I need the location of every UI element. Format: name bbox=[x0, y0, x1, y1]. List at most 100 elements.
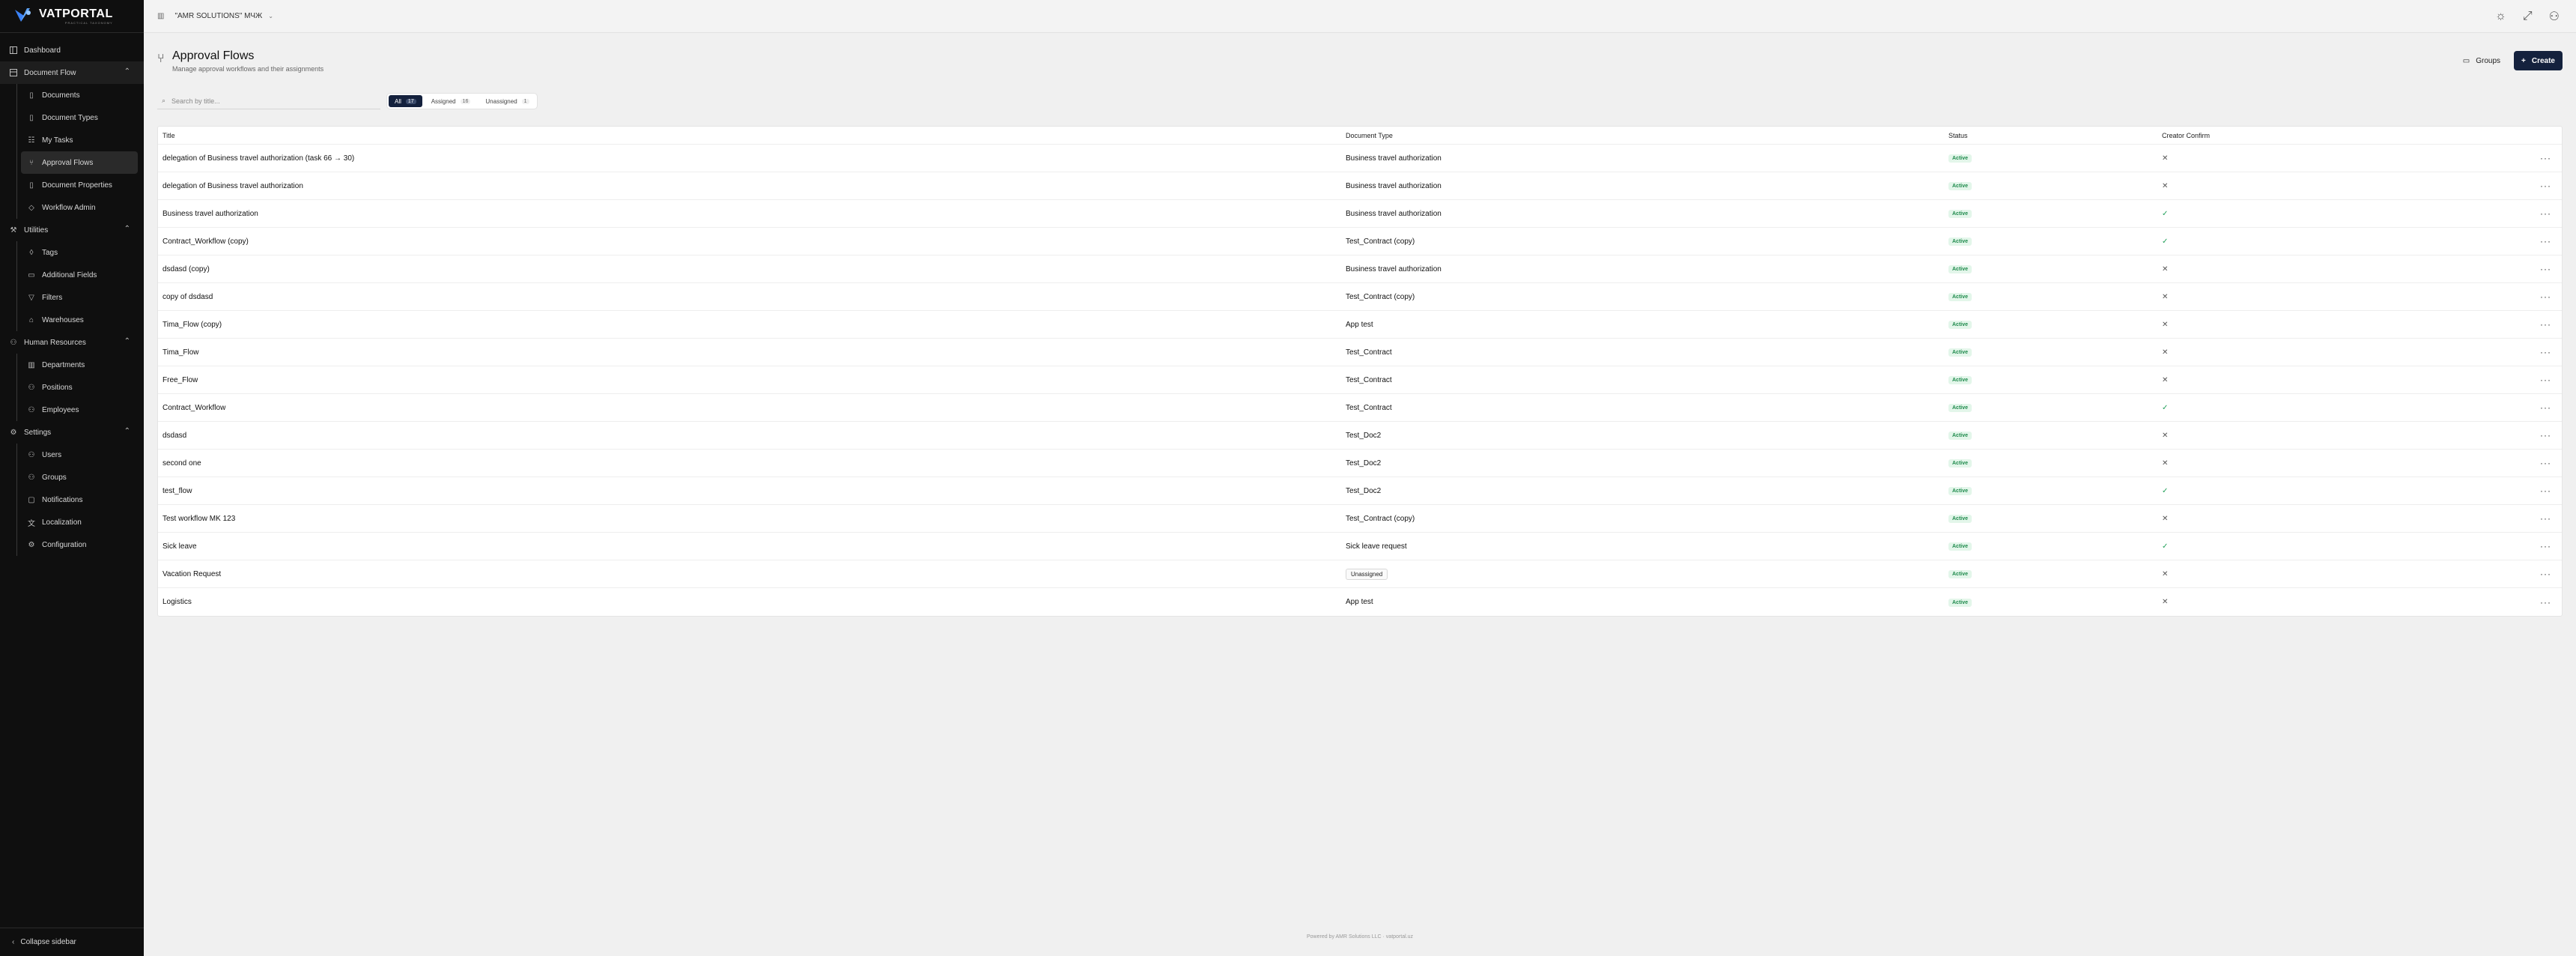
user-profile-icon[interactable]: ⚇ bbox=[2549, 9, 2560, 24]
table-row[interactable]: Test workflow MK 123 Test_Contract (copy)… bbox=[158, 505, 2562, 533]
theme-toggle-icon[interactable]: ☼ bbox=[2495, 10, 2506, 23]
document-type: Test_Contract bbox=[1346, 375, 1392, 384]
sidebar-item-users[interactable]: ⚇ Users bbox=[0, 444, 144, 466]
column-header-creator-confirm[interactable]: Creator Confirm bbox=[2162, 132, 2529, 139]
x-icon: ✕ bbox=[2162, 348, 2169, 357]
sidebar-item-label: Notifications bbox=[42, 495, 83, 504]
status-badge: Active bbox=[1948, 404, 1972, 412]
sidebar-group-document-flow[interactable]: Document Flow ⌃ bbox=[0, 61, 144, 84]
more-options-icon[interactable]: ··· bbox=[2540, 375, 2551, 385]
sidebar-item-additional-fields[interactable]: ▭ Additional Fields bbox=[0, 264, 144, 286]
column-header-title[interactable]: Title bbox=[158, 132, 1346, 139]
page-title: Approval Flows bbox=[172, 49, 255, 62]
sidebar-item-dashboard[interactable]: Dashboard bbox=[0, 39, 144, 61]
groups-button-label: Groups bbox=[2476, 56, 2501, 65]
table-row[interactable]: dsdasd Test_Doc2 Active ✕ ··· bbox=[158, 422, 2562, 450]
sidebar-item-filters[interactable]: ▽ Filters bbox=[0, 286, 144, 309]
document-type-cell: App test bbox=[1346, 598, 1948, 606]
groups-button[interactable]: ▭ Groups bbox=[2458, 52, 2505, 70]
create-button[interactable]: + Create bbox=[2514, 51, 2563, 70]
x-icon: ✕ bbox=[2162, 569, 2169, 578]
table-row[interactable]: Business travel authorization Business tr… bbox=[158, 200, 2562, 228]
cog-icon: ⚙ bbox=[28, 540, 35, 549]
table-row[interactable]: Logistics App test Active ✕ ··· bbox=[158, 588, 2562, 616]
filter-tab-unassigned[interactable]: Unassigned 1 bbox=[479, 95, 535, 107]
table-row[interactable]: Contract_Workflow (copy) Test_Contract (c… bbox=[158, 228, 2562, 255]
table-row[interactable]: Tima_Flow (copy) App test Active ✕ ··· bbox=[158, 311, 2562, 339]
sidebar-group-utilities[interactable]: ⚒ Utilities ⌃ bbox=[0, 219, 144, 241]
more-options-icon[interactable]: ··· bbox=[2540, 430, 2551, 441]
table-row[interactable]: Tima_Flow Test_Contract Active ✕ ··· bbox=[158, 339, 2562, 366]
document-type-cell: Test_Contract (copy) bbox=[1346, 293, 1948, 301]
more-options-icon[interactable]: ··· bbox=[2540, 597, 2551, 608]
sidebar-item-label: Warehouses bbox=[42, 315, 84, 324]
status-cell: Active bbox=[1948, 264, 2162, 273]
sidebar-item-employees[interactable]: ⚇ Employees bbox=[0, 399, 144, 421]
search-input[interactable]: ⌕ Search by title... bbox=[157, 93, 380, 109]
table-row[interactable]: Contract_Workflow Test_Contract Active ✓ ··· bbox=[158, 394, 2562, 422]
sidebar-group-settings[interactable]: ⚙ Settings ⌃ bbox=[0, 421, 144, 444]
sidebar-item-configuration[interactable]: ⚙ Configuration bbox=[0, 533, 144, 556]
status-badge: Active bbox=[1948, 459, 1972, 468]
sidebar-item-workflow-admin[interactable]: ◇ Workflow Admin bbox=[0, 196, 144, 219]
sidebar-item-notifications[interactable]: ▢ Notifications bbox=[0, 488, 144, 511]
flow-title: delegation of Business travel authorizat… bbox=[162, 154, 355, 163]
sidebar-item-localization[interactable]: 文 Localization bbox=[0, 511, 144, 533]
table-row[interactable]: dsdasd (copy) Business travel authorizati… bbox=[158, 255, 2562, 283]
table-row[interactable]: copy of dsdasd Test_Contract (copy) Active… bbox=[158, 283, 2562, 311]
sidebar-item-groups[interactable]: ⚇ Groups bbox=[0, 466, 144, 488]
more-options-icon[interactable]: ··· bbox=[2540, 264, 2551, 274]
x-icon: ✕ bbox=[2162, 459, 2169, 468]
sidebar-item-my-tasks[interactable]: ☷ My Tasks bbox=[0, 129, 144, 151]
more-options-icon[interactable]: ··· bbox=[2540, 153, 2551, 163]
plus-icon: + bbox=[2521, 56, 2526, 65]
organization-selector[interactable]: ▥ "AMR SOLUTIONS" МЧЖ ⌄ bbox=[144, 12, 273, 20]
sidebar: VATPORTAL PRACTICAL TAXONOMY Dashboard D… bbox=[0, 0, 144, 956]
more-options-icon[interactable]: ··· bbox=[2540, 569, 2551, 579]
sidebar-group-human-resources[interactable]: ⚇ Human Resources ⌃ bbox=[0, 331, 144, 354]
sidebar-item-positions[interactable]: ⚇ Positions bbox=[0, 376, 144, 399]
filter-tab-all[interactable]: All 17 bbox=[389, 95, 422, 107]
table-row[interactable]: delegation of Business travel authorizat… bbox=[158, 145, 2562, 172]
column-header-document-type[interactable]: Document Type bbox=[1346, 132, 1948, 139]
more-options-icon[interactable]: ··· bbox=[2540, 347, 2551, 357]
document-flow-icon bbox=[9, 68, 18, 77]
table-row[interactable]: second one Test_Doc2 Active ✕ ··· bbox=[158, 450, 2562, 477]
more-options-icon[interactable]: ··· bbox=[2540, 458, 2551, 468]
more-options-icon[interactable]: ··· bbox=[2540, 402, 2551, 413]
table-row[interactable]: Free_Flow Test_Contract Active ✕ ··· bbox=[158, 366, 2562, 394]
more-options-icon[interactable]: ··· bbox=[2540, 541, 2551, 551]
sidebar-item-departments[interactable]: ▥ Departments bbox=[0, 354, 144, 376]
more-options-icon[interactable]: ··· bbox=[2540, 181, 2551, 191]
document-type-cell: Test_Doc2 bbox=[1346, 432, 1948, 440]
footer: Powered by AMR Solutions LLC · vatportal… bbox=[1306, 934, 1413, 940]
flow-title: Sick leave bbox=[162, 542, 197, 551]
filter-tab-assigned[interactable]: Assigned 16 bbox=[425, 95, 477, 107]
sidebar-item-document-properties[interactable]: ▯ Document Properties bbox=[0, 174, 144, 196]
sidebar-item-label: Users bbox=[42, 450, 62, 459]
more-options-icon[interactable]: ··· bbox=[2540, 208, 2551, 219]
logo[interactable]: VATPORTAL PRACTICAL TAXONOMY bbox=[0, 0, 144, 33]
more-options-icon[interactable]: ··· bbox=[2540, 319, 2551, 330]
more-options-icon[interactable]: ··· bbox=[2540, 236, 2551, 246]
filter-icon: ▽ bbox=[28, 293, 34, 302]
sidebar-item-approval-flows[interactable]: ⑂ Approval Flows bbox=[16, 151, 138, 174]
fullscreen-icon[interactable]: ⤢ bbox=[2523, 10, 2533, 23]
approval-flows-table: Title Document Type Status Creator Confi… bbox=[157, 126, 2563, 617]
sidebar-item-documents[interactable]: ▯ Documents bbox=[0, 84, 144, 106]
sidebar-item-warehouses[interactable]: ⌂ Warehouses bbox=[0, 309, 144, 331]
sidebar-item-document-types[interactable]: ▯ Document Types bbox=[0, 106, 144, 129]
creator-confirm-cell: ✕ bbox=[2162, 293, 2529, 301]
building-icon: ▥ bbox=[28, 360, 35, 369]
table-row[interactable]: delegation of Business travel authorizat… bbox=[158, 172, 2562, 200]
collapse-sidebar-button[interactable]: ‹ Collapse sidebar bbox=[0, 928, 144, 956]
column-header-status[interactable]: Status bbox=[1948, 132, 2162, 139]
more-options-icon[interactable]: ··· bbox=[2540, 513, 2551, 524]
more-options-icon[interactable]: ··· bbox=[2540, 485, 2551, 496]
table-row[interactable]: Vacation Request Unassigned Active ✕ ··· bbox=[158, 560, 2562, 588]
more-options-icon[interactable]: ··· bbox=[2540, 291, 2551, 302]
table-row[interactable]: test_flow Test_Doc2 Active ✓ ··· bbox=[158, 477, 2562, 505]
sidebar-item-tags[interactable]: ◊ Tags bbox=[0, 241, 144, 264]
creator-confirm-cell: ✕ bbox=[2162, 154, 2529, 163]
table-row[interactable]: Sick leave Sick leave request Active ✓ ··· bbox=[158, 533, 2562, 560]
